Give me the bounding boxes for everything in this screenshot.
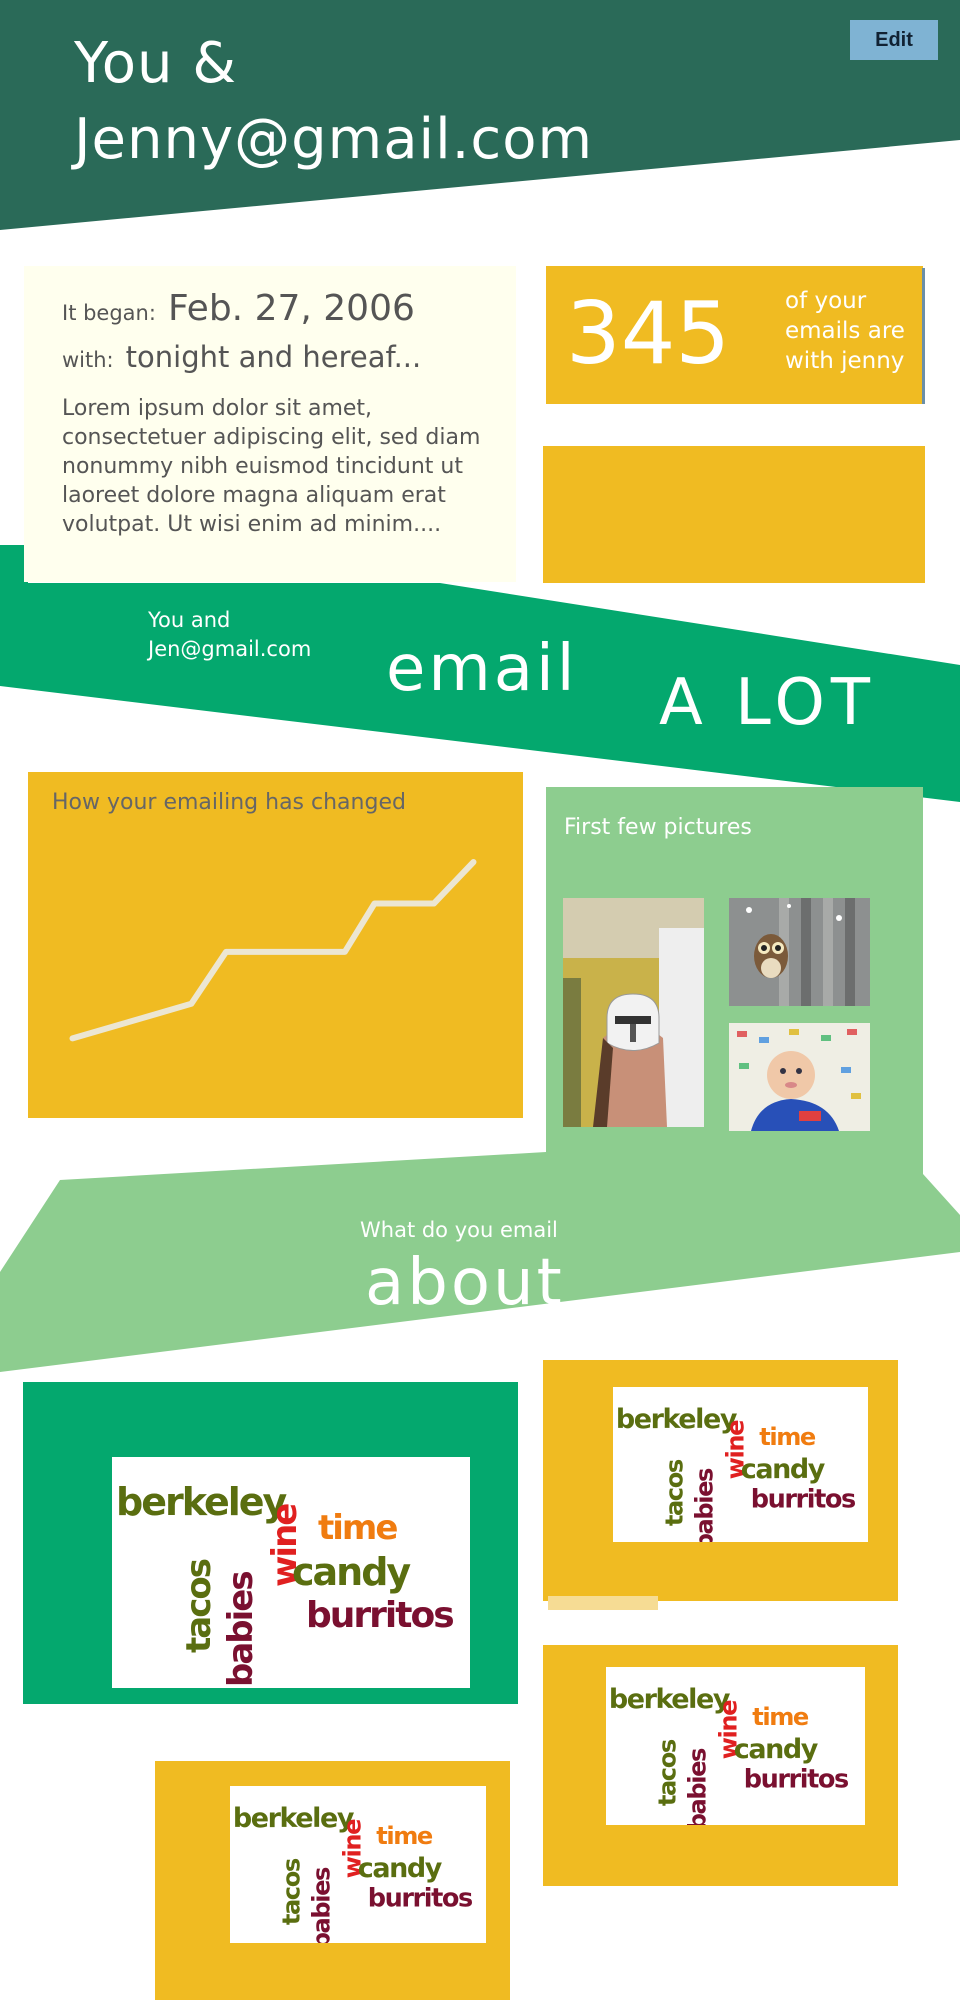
email-trend-panel: How your emailing has changed — [28, 772, 523, 1118]
word-cloud-card[interactable]: berkeley tacos babies wine time candy burritos — [606, 1667, 865, 1825]
began-description: Lorem ipsum dolor sit amet, consectetuer… — [62, 396, 481, 537]
stat-box-edge — [922, 268, 925, 404]
band-prefix-line1: You and — [148, 608, 231, 632]
word-cloud-word-burritos: burritos — [306, 1595, 453, 1636]
word-cloud-word-babies: babies — [690, 1468, 718, 1542]
word-cloud-word-berkeley: berkeley — [609, 1684, 731, 1715]
word-cloud-word-berkeley: berkeley — [116, 1480, 288, 1524]
first-subject: tonight and hereaf... — [125, 340, 422, 374]
word-cloud-word-time: time — [759, 1423, 816, 1451]
about-word: about — [365, 1246, 565, 1320]
word-cloud-word-tacos: tacos — [654, 1739, 682, 1806]
word-cloud-svg: berkeleytacos babieswine timecandyburritos — [233, 1803, 474, 1943]
baby-photo[interactable] — [729, 1023, 870, 1131]
word-cloud-panel-small-1: berkeley tacos babies wine time candy burritos — [543, 1360, 898, 1601]
began-date: Feb. 27, 2006 — [167, 288, 415, 329]
word-cloud-word-berkeley: berkeley — [616, 1404, 738, 1435]
word-cloud-panel-large: berkeley tacos babies wine time candy burritos — [23, 1382, 518, 1704]
word-cloud-word-time: time — [752, 1703, 809, 1731]
word-cloud-word-tacos: tacos — [661, 1459, 689, 1526]
word-cloud-panel-small-3: berkeley tacos babies wine time candy burritos — [155, 1761, 510, 2000]
email-count-caption: of your emails are with jenny — [785, 288, 905, 374]
email-count-box: 345 of your emails are with jenny — [546, 266, 923, 404]
email-count: 345 — [566, 284, 731, 384]
with-row: with: tonight and hereaf... — [62, 340, 421, 374]
word-cloud-card[interactable]: berkeley tacos babies wine time candy burritos — [230, 1786, 486, 1943]
word-cloud-word-babies: babies — [221, 1572, 261, 1687]
edit-button[interactable]: Edit — [850, 20, 938, 60]
title-line-2: Jenny@gmail.com — [74, 107, 594, 172]
word-cloud-word-candy: candy — [741, 1454, 826, 1485]
band-prefix: You and Jen@gmail.com — [148, 606, 311, 664]
word-cloud-svg: berkeleytacos babieswine timecandyburritos — [616, 1404, 857, 1542]
clone-trooper-helmet-photo[interactable] — [563, 898, 704, 1127]
word-cloud-word-burritos: burritos — [751, 1485, 855, 1515]
with-label: with: — [62, 348, 114, 372]
word-cloud-word-candy: candy — [292, 1550, 411, 1594]
email-trend-chart — [69, 859, 477, 1042]
began-row: It began: Feb. 27, 2006 — [62, 288, 415, 329]
word-cloud-word-time: time — [376, 1822, 433, 1850]
band-word-alot: A LOT — [659, 666, 876, 740]
word-cloud-word-berkeley: berkeley — [233, 1803, 355, 1834]
word-cloud-word-babies: babies — [307, 1867, 335, 1943]
first-pictures-title: First few pictures — [564, 815, 752, 840]
empty-yellow-panel — [543, 446, 925, 583]
word-cloud-panel-small-2: berkeley tacos babies wine time candy burritos — [543, 1645, 898, 1886]
word-cloud-word-babies: babies — [683, 1748, 711, 1825]
word-cloud-word-time: time — [318, 1508, 397, 1548]
word-cloud-card[interactable]: berkeley tacos babies wine time candy burritos — [112, 1457, 470, 1688]
page-title: You & Jenny@gmail.com — [74, 26, 593, 178]
owl-photo[interactable] — [729, 898, 870, 1006]
band-word-email: email — [386, 632, 578, 706]
word-cloud-word-tacos: tacos — [278, 1858, 306, 1925]
began-label: It began: — [62, 301, 156, 325]
email-trend-line — [69, 859, 477, 1042]
word-cloud-svg: berkeleytacos babieswine timecandyburritos — [116, 1480, 455, 1687]
began-card: It began: Feb. 27, 2006 with: tonight and … — [24, 266, 516, 582]
word-cloud-word-burritos: burritos — [368, 1884, 472, 1914]
about-prefix: What do you email — [360, 1218, 558, 1242]
word-cloud-svg: berkeleytacos babieswine timecandyburritos — [609, 1684, 850, 1825]
ghost-text-artifact — [548, 1596, 658, 1610]
word-cloud-word-candy: candy — [734, 1734, 819, 1765]
band-prefix-line2: Jen@gmail.com — [148, 637, 312, 661]
word-cloud-word-burritos: burritos — [744, 1765, 848, 1795]
title-line-1: You & — [74, 31, 237, 96]
word-cloud-card[interactable]: berkeley tacos babies wine time candy burritos — [613, 1387, 868, 1542]
first-pictures-panel: First few pictures — [546, 787, 923, 1187]
word-cloud-word-tacos: tacos — [179, 1559, 219, 1653]
word-cloud-word-candy: candy — [358, 1853, 443, 1884]
